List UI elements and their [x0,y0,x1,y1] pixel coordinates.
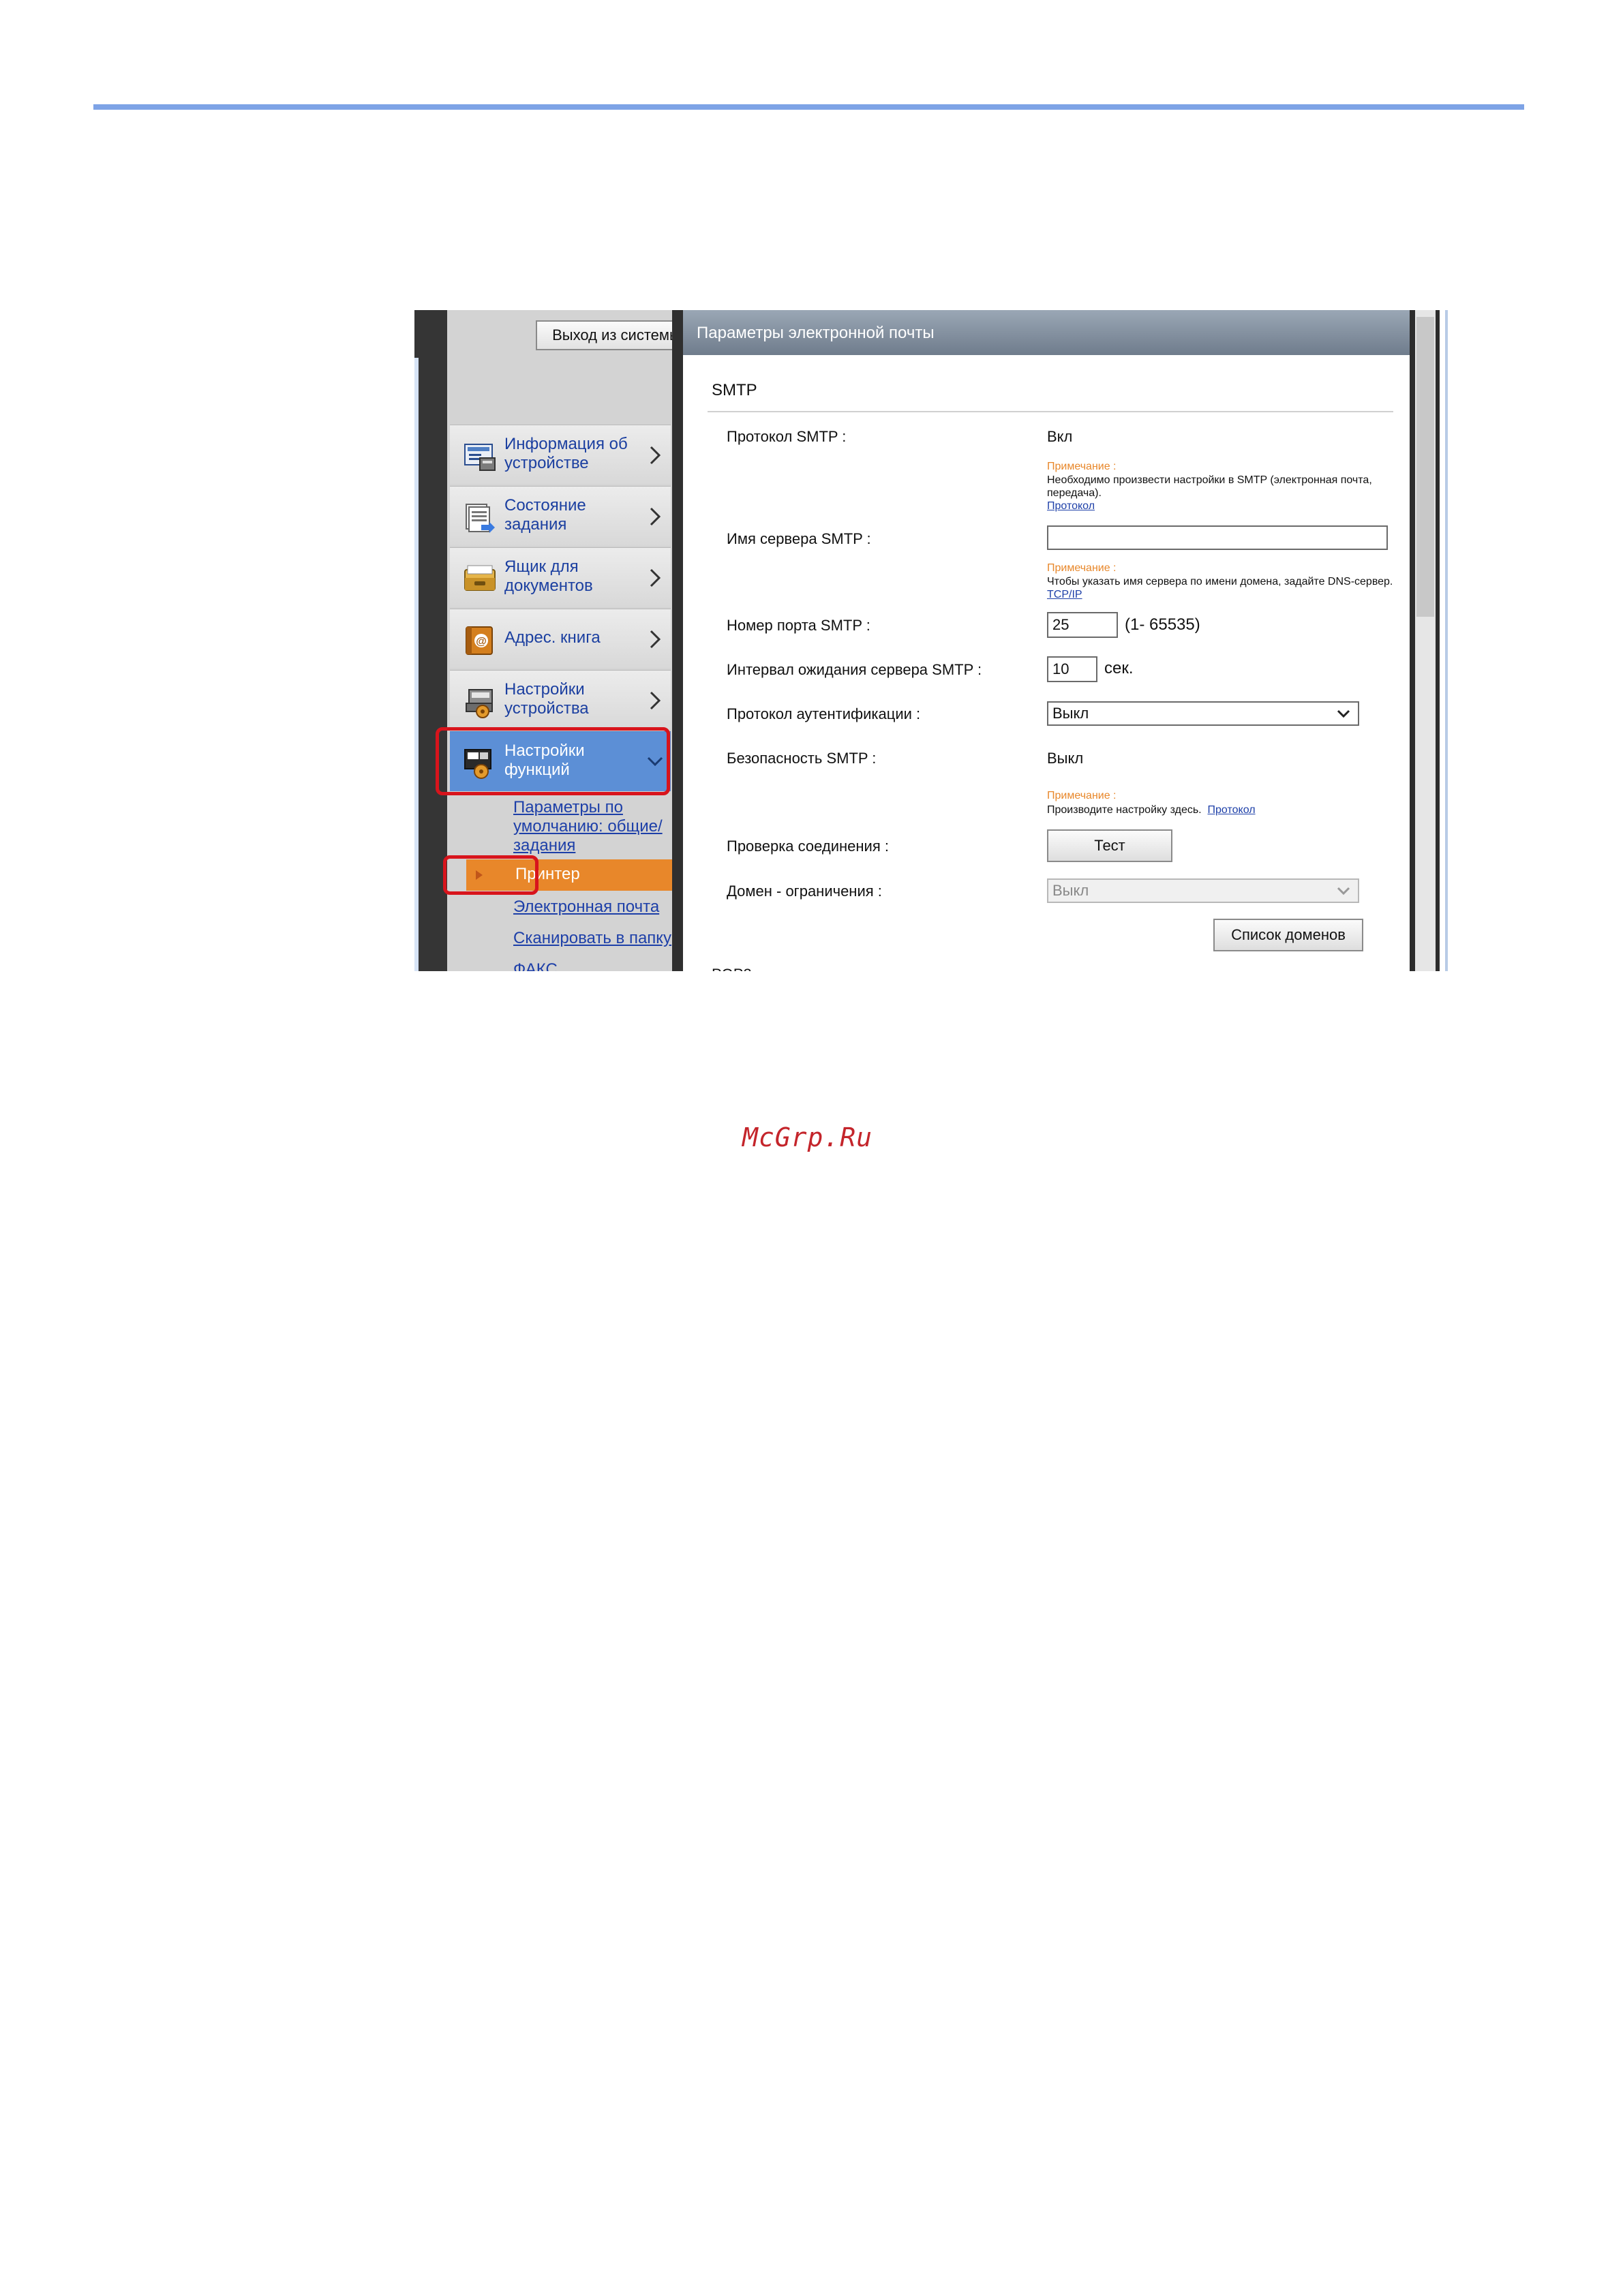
chevron-down-icon [1337,887,1350,896]
document-box-icon [464,565,496,591]
sidebar-item-label: Адрес. книга [504,628,601,647]
pop3-section-heading: POP3 [712,966,752,971]
chevron-right-icon [650,568,661,587]
domain-restriction-value: Выкл [1052,882,1089,899]
auth-protocol-label: Протокол аутентификации : [727,705,921,722]
timeout-input[interactable]: 10 [1047,656,1097,682]
window-frame-right [1440,310,1478,971]
section-heading: SMTP [712,381,757,399]
chevron-right-icon [650,446,661,465]
protocol-link[interactable]: Протокол [1047,500,1095,512]
svg-text:@: @ [476,636,487,647]
window-frame-left [414,310,447,971]
smtp-protocol-label: Протокол SMTP : [727,428,847,445]
subitem-scan-folder-link[interactable]: Сканировать в папку [513,929,671,948]
sidebar-item-device-info[interactable]: Информация об устройстве [450,425,671,485]
job-status-icon [466,504,495,533]
browser-screenshot: Выход из системы Информация об устройств… [414,310,1478,971]
domain-list-button[interactable]: Список доменов [1213,919,1363,951]
page-title: Параметры электронной почты [697,324,935,342]
sidebar-item-label: Состояние задания [504,496,586,534]
device-settings-icon [466,689,493,718]
note-text: Чтобы указать имя сервера по имени домен… [1047,575,1401,601]
sidebar-item-label: Информация об устройстве [504,435,628,472]
address-book-icon: @ [466,626,493,655]
section-divider [708,411,1393,412]
sidebar-item-label: Настройки устройства [504,680,589,718]
pane-divider [672,310,683,971]
sidebar-item-label: Ящик для документов [504,557,593,595]
domain-restriction-label: Домен - ограничения : [727,883,882,900]
scrollbar[interactable] [1410,310,1440,971]
note-text: Производите настройку здесь. Протокол [1047,803,1401,816]
note-heading: Примечание : [1047,562,1117,574]
timeout-label: Интервал ожидания сервера SMTP : [727,661,982,678]
subitem-defaults-link[interactable]: Параметры по умолчанию: общие/задания [513,798,672,855]
note-heading: Примечание : [1047,790,1117,801]
test-button[interactable]: Тест [1047,829,1172,862]
subitem-fax-link[interactable]: ФАКС [513,960,558,971]
smtp-server-input[interactable] [1047,525,1388,550]
header-rule [93,104,1524,110]
watermark: McGrp.Ru [742,1122,873,1152]
smtp-protocol-value: Вкл [1047,428,1073,445]
sidebar-item-address-book[interactable]: @ Адрес. книга [450,609,671,669]
sidebar-item-device-settings[interactable]: Настройки устройства [450,670,671,730]
smtp-port-label: Номер порта SMTP : [727,617,870,634]
protocol-link[interactable]: Протокол [1208,804,1256,816]
note-text-body: Производите настройку здесь. [1047,804,1202,816]
port-range-text: (1- 65535) [1125,615,1200,634]
smtp-security-value: Выкл [1047,750,1084,767]
chevron-right-icon [650,507,661,526]
tcpip-link[interactable]: TCP/IP [1047,589,1082,600]
sidebar-item-job-status[interactable]: Состояние задания [450,486,671,546]
note-text-body: Необходимо произвести настройки в SMTP (… [1047,474,1372,499]
page-title-bar: Параметры электронной почты [683,310,1410,355]
sidebar-item-document-box[interactable]: Ящик для документов [450,547,671,607]
highlight-printer [443,855,539,895]
timeout-unit: сек. [1104,659,1134,677]
note-text: Необходимо произвести настройки в SMTP (… [1047,474,1401,512]
scrollbar-thumb[interactable] [1416,317,1434,617]
smtp-security-label: Безопасность SMTP : [727,750,877,767]
smtp-server-label: Имя сервера SMTP : [727,530,871,547]
auth-protocol-select[interactable]: Выкл [1047,701,1359,726]
chevron-down-icon [1337,709,1350,718]
note-heading: Примечание : [1047,461,1117,472]
domain-restriction-select[interactable]: Выкл [1047,878,1359,903]
device-info-icon [464,444,496,471]
main-panel: Параметры электронной почты SMTP Протоко… [683,310,1410,971]
chevron-right-icon [650,630,661,649]
auth-protocol-value: Выкл [1052,705,1089,722]
smtp-port-input[interactable]: 25 [1047,612,1118,638]
chevron-right-icon [650,691,661,710]
highlight-function-settings [436,727,670,795]
note-text-body: Чтобы указать имя сервера по имени домен… [1047,576,1393,587]
connection-check-label: Проверка соединения : [727,838,889,855]
subitem-email-link[interactable]: Электронная почта [513,898,659,917]
